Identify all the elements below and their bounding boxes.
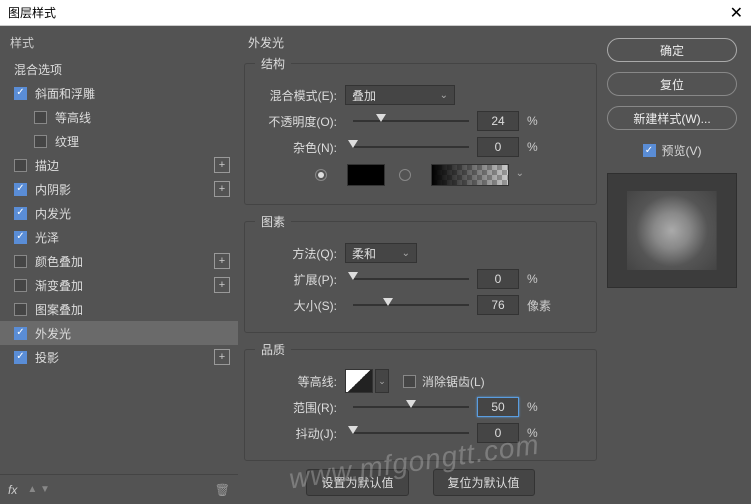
style-item[interactable]: 颜色叠加 +: [0, 249, 238, 273]
color-swatch[interactable]: [347, 164, 385, 186]
antialias-checkbox[interactable]: [403, 375, 416, 388]
style-checkbox[interactable]: [14, 351, 27, 364]
technique-label: 方法(Q):: [255, 245, 345, 262]
style-label: 渐变叠加: [35, 277, 83, 294]
style-label: 外发光: [35, 325, 71, 342]
size-label: 大小(S):: [255, 297, 345, 314]
opacity-input[interactable]: 24: [477, 111, 519, 131]
ok-button[interactable]: 确定: [607, 38, 737, 62]
style-checkbox[interactable]: [14, 279, 27, 292]
range-slider[interactable]: [353, 399, 469, 415]
settings-panel: 外发光 结构 混合模式(E): 叠加 不透明度(O): 24 % 杂色(N): …: [238, 26, 607, 504]
action-column: 确定 复位 新建样式(W)... ✓ 预览(V): [607, 26, 751, 504]
close-icon[interactable]: ✕: [730, 3, 743, 23]
spread-slider[interactable]: [353, 271, 469, 287]
style-checkbox[interactable]: [14, 327, 27, 340]
styles-header: 样式: [0, 26, 238, 57]
style-item[interactable]: 内发光: [0, 201, 238, 225]
add-instance-icon[interactable]: +: [214, 349, 230, 365]
style-checkbox[interactable]: [14, 207, 27, 220]
contour-label: 等高线:: [255, 373, 345, 390]
jitter-input[interactable]: 0: [477, 423, 519, 443]
solid-color-radio[interactable]: [315, 169, 327, 181]
elements-group: 图素 方法(Q): 柔和 扩展(P): 0 % 大小(S): 76 像素: [244, 213, 597, 333]
noise-slider[interactable]: [353, 139, 469, 155]
style-item[interactable]: 投影 +: [0, 345, 238, 369]
noise-label: 杂色(N):: [255, 139, 345, 156]
style-label: 纹理: [55, 133, 79, 150]
style-label: 图案叠加: [35, 301, 83, 318]
gradient-swatch[interactable]: [431, 164, 509, 186]
make-default-button[interactable]: 设置为默认值: [306, 469, 408, 496]
style-label: 描边: [35, 157, 59, 174]
trash-icon[interactable]: 🗑: [215, 483, 230, 497]
style-checkbox[interactable]: [34, 111, 47, 124]
style-checkbox[interactable]: [14, 87, 27, 100]
size-slider[interactable]: [353, 297, 469, 313]
panel-title: 外发光: [248, 34, 597, 51]
style-item[interactable]: 渐变叠加 +: [0, 273, 238, 297]
fx-icon[interactable]: fx: [8, 483, 17, 497]
style-checkbox[interactable]: [14, 183, 27, 196]
preview-label: 预览(V): [662, 142, 702, 159]
add-instance-icon[interactable]: +: [214, 253, 230, 269]
contour-dropdown-icon[interactable]: ⌄: [375, 369, 389, 393]
opacity-label: 不透明度(O):: [255, 113, 345, 130]
noise-input[interactable]: 0: [477, 137, 519, 157]
window-title: 图层样式: [8, 4, 56, 21]
size-input[interactable]: 76: [477, 295, 519, 315]
up-down-icon[interactable]: ▲ ▼: [27, 484, 50, 495]
technique-select[interactable]: 柔和: [345, 243, 417, 263]
range-label: 范围(R):: [255, 399, 345, 416]
style-label: 投影: [35, 349, 59, 366]
style-checkbox[interactable]: [34, 135, 47, 148]
opacity-slider[interactable]: [353, 113, 469, 129]
range-input[interactable]: 50: [477, 397, 519, 417]
jitter-slider[interactable]: [353, 425, 469, 441]
add-instance-icon[interactable]: +: [214, 181, 230, 197]
quality-group: 品质 等高线: ⌄ 消除锯齿(L) 范围(R): 50 % 抖动(J):: [244, 341, 597, 461]
style-label: 斜面和浮雕: [35, 85, 95, 102]
style-checkbox[interactable]: [14, 159, 27, 172]
style-item[interactable]: 等高线: [0, 105, 238, 129]
style-item[interactable]: 图案叠加: [0, 297, 238, 321]
style-label: 光泽: [35, 229, 59, 246]
style-checkbox[interactable]: [14, 303, 27, 316]
style-item[interactable]: 斜面和浮雕: [0, 81, 238, 105]
blend-mode-select[interactable]: 叠加: [345, 85, 455, 105]
add-instance-icon[interactable]: +: [214, 157, 230, 173]
add-instance-icon[interactable]: +: [214, 277, 230, 293]
preview-thumbnail: [607, 173, 737, 288]
style-item[interactable]: 外发光: [0, 321, 238, 345]
blend-mode-label: 混合模式(E):: [255, 87, 345, 104]
style-label: 内发光: [35, 205, 71, 222]
styles-sidebar: 样式 混合选项 斜面和浮雕等高线纹理描边 + 内阴影 + 内发光光泽颜色叠加 + 渐变叠加 +…: [0, 26, 238, 504]
style-item[interactable]: 光泽: [0, 225, 238, 249]
reset-button[interactable]: 复位: [607, 72, 737, 96]
gradient-radio[interactable]: [399, 169, 411, 181]
style-label: 等高线: [55, 109, 91, 126]
reset-default-button[interactable]: 复位为默认值: [433, 469, 535, 496]
contour-picker[interactable]: [345, 369, 373, 393]
spread-input[interactable]: 0: [477, 269, 519, 289]
style-label: 内阴影: [35, 181, 71, 198]
style-list: 混合选项 斜面和浮雕等高线纹理描边 + 内阴影 + 内发光光泽颜色叠加 + 渐变叠加 + 图案叠…: [0, 57, 238, 474]
antialias-label: 消除锯齿(L): [422, 373, 485, 390]
style-checkbox[interactable]: [14, 255, 27, 268]
style-checkbox[interactable]: [14, 231, 27, 244]
preview-checkbox[interactable]: ✓: [643, 144, 656, 157]
spread-label: 扩展(P):: [255, 271, 345, 288]
jitter-label: 抖动(J):: [255, 425, 345, 442]
style-item[interactable]: 内阴影 +: [0, 177, 238, 201]
title-bar: 图层样式 ✕: [0, 0, 751, 26]
new-style-button[interactable]: 新建样式(W)...: [607, 106, 737, 130]
style-label: 颜色叠加: [35, 253, 83, 270]
style-item[interactable]: 纹理: [0, 129, 238, 153]
style-item[interactable]: 描边 +: [0, 153, 238, 177]
blend-options-item[interactable]: 混合选项: [0, 57, 238, 81]
structure-group: 结构 混合模式(E): 叠加 不透明度(O): 24 % 杂色(N): 0 %: [244, 55, 597, 205]
sidebar-footer: fx ▲ ▼ 🗑: [0, 474, 238, 504]
